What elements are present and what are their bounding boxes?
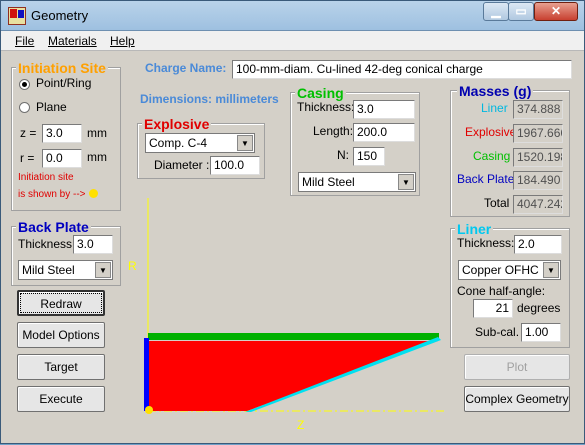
geometry-canvas — [144, 198, 446, 414]
z-axis-label: Z — [297, 418, 305, 432]
explosive-shape — [148, 341, 438, 411]
backplate-shape — [144, 338, 149, 411]
initiation-point-icon — [145, 406, 153, 414]
casing-shape — [148, 333, 439, 340]
geometry-window: Geometry ▁ ▭ ✕ File Materials Help Initi… — [0, 0, 585, 444]
r-axis-label: R — [128, 259, 137, 273]
